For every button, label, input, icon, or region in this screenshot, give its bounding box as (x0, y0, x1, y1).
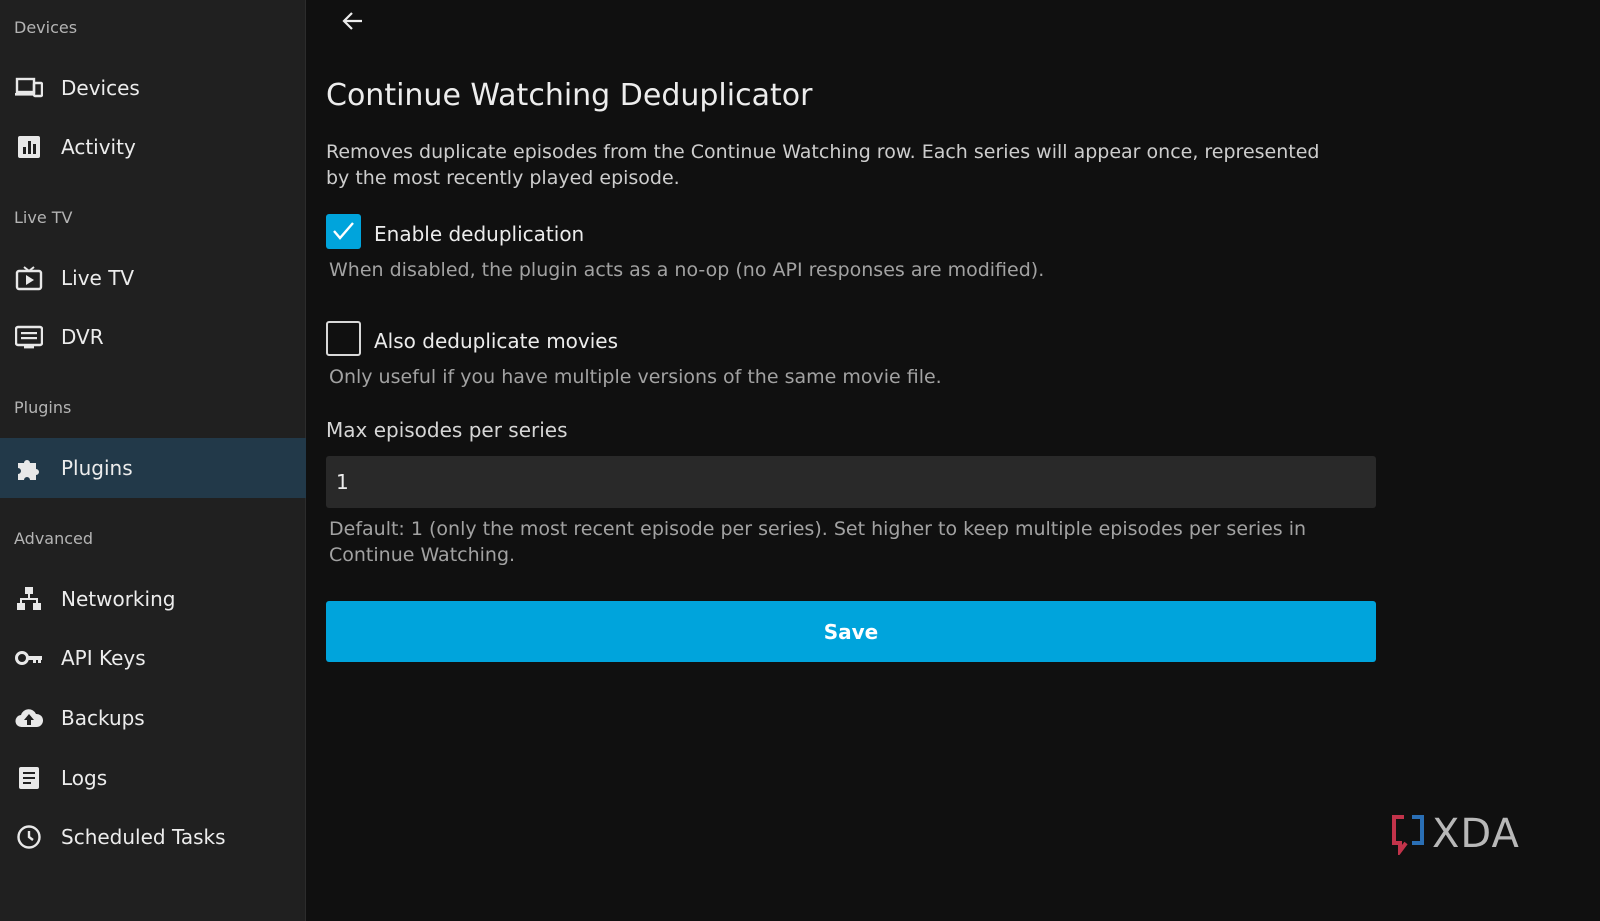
sidebar-item-label: Logs (61, 766, 108, 790)
sidebar-item-devices[interactable]: Devices (0, 58, 306, 118)
enable-dedup-checkbox[interactable] (326, 214, 361, 249)
clock-icon (15, 824, 43, 850)
key-icon (15, 645, 43, 671)
xda-logo-text: XDA (1432, 811, 1520, 857)
puzzle-icon (15, 455, 43, 481)
dvr-icon (15, 324, 43, 350)
enable-dedup-label[interactable]: Enable deduplication (374, 222, 584, 246)
sidebar-item-label: Plugins (61, 456, 133, 480)
live-tv-icon (15, 265, 43, 291)
sidebar-item-label: API Keys (61, 646, 146, 670)
page-title: Continue Watching Deduplicator (326, 78, 813, 113)
sidebar-item-dvr[interactable]: DVR (0, 307, 306, 367)
enable-dedup-helper: When disabled, the plugin acts as a no-o… (329, 259, 1045, 281)
max-episodes-helper: Default: 1 (only the most recent episode… (329, 518, 1307, 566)
devices-icon (15, 75, 43, 101)
sidebar-item-scheduled-tasks[interactable]: Scheduled Tasks (0, 807, 306, 867)
sidebar-item-label: Scheduled Tasks (61, 825, 226, 849)
sidebar-item-live-tv[interactable]: Live TV (0, 248, 306, 308)
main-content: Continue Watching Deduplicator Removes d… (306, 0, 1600, 921)
dedup-movies-checkbox[interactable] (326, 321, 361, 356)
sidebar-item-label: Networking (61, 587, 176, 611)
sidebar-item-label: Live TV (61, 266, 135, 290)
sidebar-item-networking[interactable]: Networking (0, 569, 306, 629)
sidebar: Devices Devices Activity Live TV Live TV… (0, 0, 306, 921)
sidebar-item-label: Backups (61, 706, 145, 730)
check-icon (333, 222, 354, 240)
xda-logo-icon (1392, 815, 1424, 855)
section-header-advanced: Advanced (14, 529, 94, 548)
section-header-live-tv: Live TV (14, 208, 73, 227)
dedup-movies-label[interactable]: Also deduplicate movies (374, 329, 618, 353)
sidebar-item-activity[interactable]: Activity (0, 117, 306, 177)
sidebar-item-api-keys[interactable]: API Keys (0, 628, 306, 688)
xda-watermark: XDA (1390, 810, 1540, 858)
logs-icon (15, 765, 43, 791)
sidebar-item-plugins[interactable]: Plugins (0, 438, 306, 498)
save-button[interactable]: Save (326, 601, 1376, 662)
dedup-movies-helper: Only useful if you have multiple version… (329, 366, 942, 388)
network-icon (15, 586, 43, 612)
sidebar-item-logs[interactable]: Logs (0, 748, 306, 808)
sidebar-item-label: Devices (61, 76, 140, 100)
section-header-devices: Devices (14, 18, 78, 37)
plugin-description: Removes duplicate episodes from the Cont… (326, 141, 1320, 189)
max-episodes-label: Max episodes per series (326, 418, 568, 442)
cloud-upload-icon (15, 705, 43, 731)
sidebar-item-label: DVR (61, 325, 104, 349)
back-button[interactable] (336, 6, 370, 40)
max-episodes-input[interactable] (326, 456, 1376, 508)
sidebar-item-backups[interactable]: Backups (0, 688, 306, 748)
activity-icon (15, 134, 43, 160)
arrow-left-icon (341, 9, 365, 37)
sidebar-item-label: Activity (61, 135, 136, 159)
section-header-plugins: Plugins (14, 398, 72, 417)
